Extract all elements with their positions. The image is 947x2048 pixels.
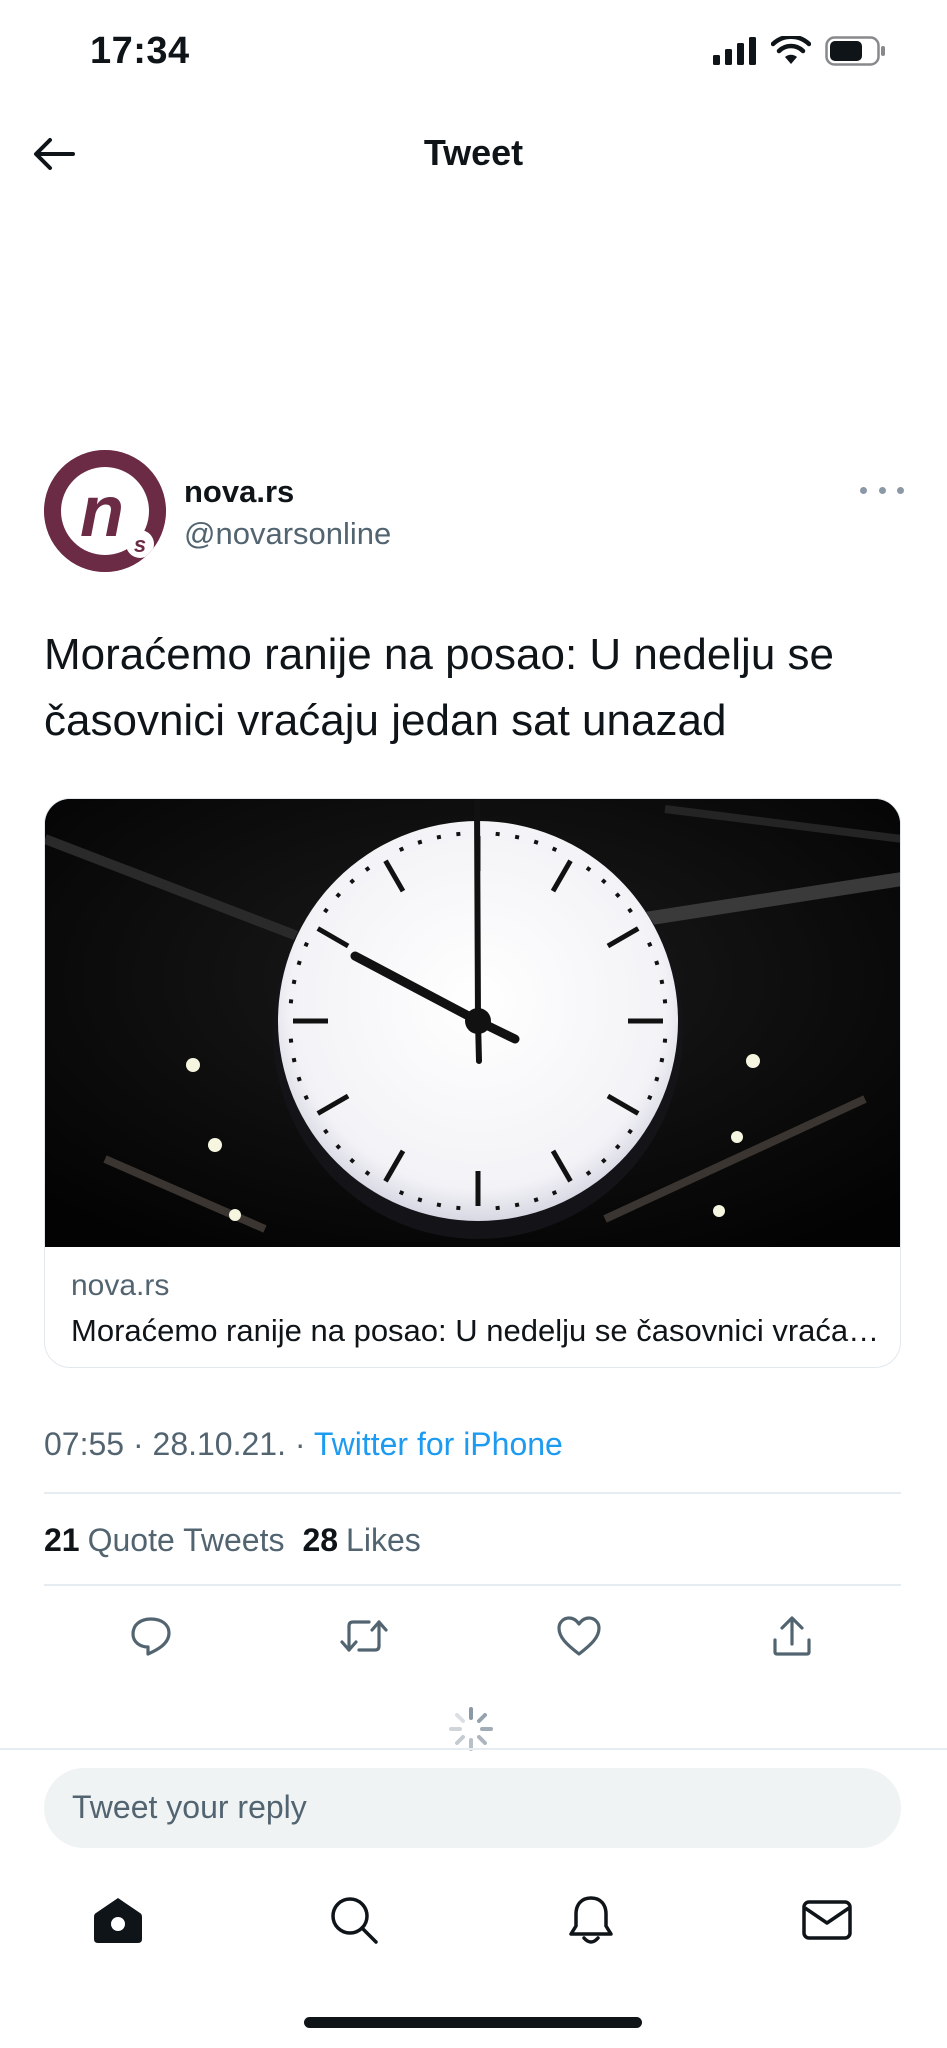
meta-separator: · [285, 1426, 314, 1462]
notifications-icon [569, 1896, 613, 1944]
reply-icon [131, 1617, 171, 1656]
share-button[interactable] [764, 1608, 820, 1664]
like-button[interactable] [551, 1608, 607, 1664]
battery-icon [825, 36, 885, 66]
like-icon [557, 1616, 601, 1656]
quote-tweets-label: Quote Tweets [87, 1522, 285, 1558]
search-icon [331, 1897, 378, 1944]
tweet-source-link[interactable]: Twitter for iPhone [314, 1426, 563, 1462]
tweet-meta: 07:55 · 28.10.21. · Twitter for iPhone [44, 1426, 563, 1463]
reply-input[interactable]: Tweet your reply [44, 1768, 901, 1848]
card-title: Moraćemo ranije na posao: U nedelju se č… [71, 1313, 881, 1348]
messages-icon [802, 1900, 852, 1940]
tab-messages[interactable] [797, 1890, 857, 1950]
avatar[interactable]: n s [44, 450, 166, 572]
clock-photo [45, 799, 900, 1247]
tweet-text: Moraćemo ranije na posao: U nedelju se č… [44, 630, 835, 745]
quote-tweets-count: 21 [44, 1522, 80, 1558]
reply-placeholder: Tweet your reply [72, 1789, 307, 1825]
status-icons [713, 36, 887, 66]
more-horizontal-icon [860, 486, 867, 494]
signal-icon [713, 37, 756, 65]
card-image [45, 799, 900, 1247]
status-time: 17:34 [90, 30, 190, 72]
more-options-button[interactable] [860, 478, 904, 502]
loading-spinner-icon [449, 1707, 493, 1751]
tweet-time: 07:55 [44, 1426, 125, 1462]
page-title: Tweet [423, 132, 524, 173]
nova-logo: n s [44, 450, 166, 572]
divider [44, 1584, 901, 1586]
likes-count: 28 [302, 1522, 339, 1558]
svg-text:n: n [80, 472, 124, 552]
svg-text:s: s [134, 532, 146, 557]
wifi-icon [771, 36, 811, 64]
tweet-date: 28.10.21. [152, 1426, 286, 1462]
divider [44, 1492, 901, 1494]
tweet-stats: 21 Quote Tweets 28 Likes [44, 1522, 421, 1559]
tab-search[interactable] [324, 1890, 384, 1950]
meta-separator: · [124, 1426, 153, 1462]
tab-notifications[interactable] [561, 1890, 621, 1950]
retweet-button[interactable] [336, 1608, 392, 1664]
likes-stat[interactable]: 28 Likes [302, 1522, 420, 1559]
author-handle[interactable]: @novarsonline [184, 516, 391, 552]
quote-tweets-stat[interactable]: 21 Quote Tweets [44, 1522, 284, 1559]
home-indicator[interactable] [304, 2017, 642, 2028]
link-card[interactable]: nova.rs Moraćemo ranije na posao: U nede… [44, 798, 901, 1368]
likes-label: Likes [346, 1522, 421, 1558]
divider [0, 1748, 947, 1750]
author-name[interactable]: nova.rs [184, 474, 294, 510]
share-icon [773, 1616, 811, 1656]
home-icon [94, 1898, 142, 1943]
tab-home[interactable] [88, 1890, 148, 1950]
card-domain: nova.rs [71, 1269, 170, 1302]
retweet-icon [340, 1620, 388, 1652]
reply-button[interactable] [123, 1608, 179, 1664]
